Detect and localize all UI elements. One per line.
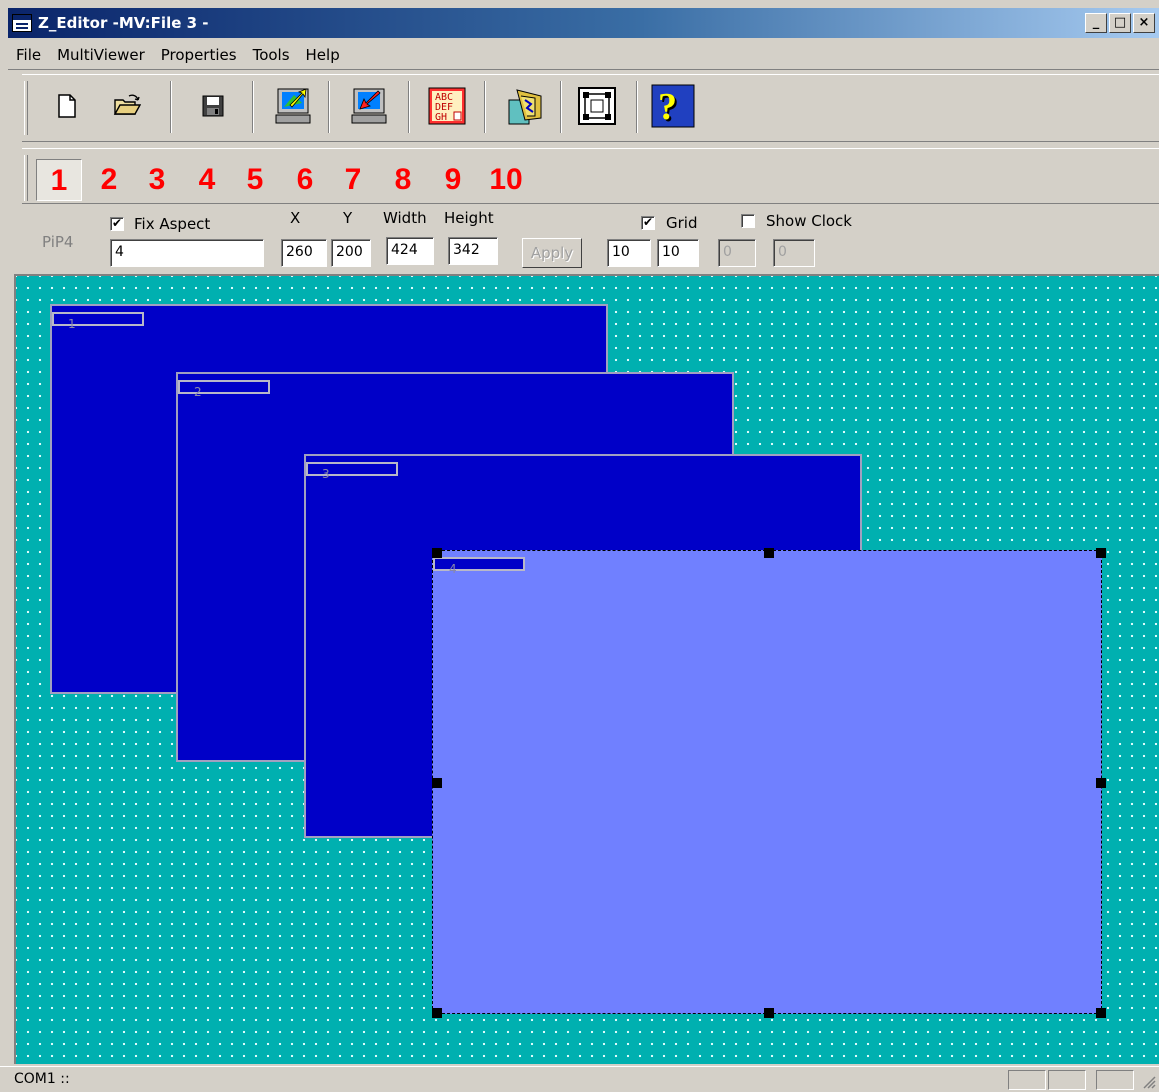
title-bar: Z_Editor -MV:File 3 - _ □ × <box>8 8 1159 38</box>
resize-handle-top-left[interactable] <box>432 548 442 558</box>
menu-file[interactable]: File <box>14 44 43 66</box>
window-controls: _ □ × <box>1085 13 1155 33</box>
toolbar-separator <box>560 81 562 133</box>
height-label: Height <box>444 209 494 227</box>
pip-name-field[interactable]: 4 <box>110 239 264 267</box>
pip-select-1[interactable]: 1 <box>36 159 82 201</box>
pip-window-4[interactable]: 4 <box>432 550 1102 1014</box>
minimize-button[interactable]: _ <box>1085 13 1107 33</box>
fix-aspect-checkbox[interactable]: ✔ <box>110 217 124 231</box>
resize-handle-bottom-right[interactable] <box>1096 1008 1106 1018</box>
toolbar-separator <box>408 81 410 133</box>
status-panel <box>1096 1070 1134 1090</box>
pip-select-10[interactable]: 10 <box>480 159 532 201</box>
resize-handle-right[interactable] <box>1096 778 1106 788</box>
abc-grid-icon: ABC DEF GH <box>428 87 466 125</box>
pip-select-9[interactable]: 9 <box>430 159 476 201</box>
new-file-button[interactable] <box>44 83 90 129</box>
menu-bar: File MultiViewer Properties Tools Help <box>8 40 1159 70</box>
pip-bar-grip[interactable] <box>24 155 28 201</box>
grid-checkbox[interactable]: ✔ <box>641 216 655 230</box>
toolbar-separator <box>328 81 330 133</box>
send-to-device-button[interactable] <box>270 83 316 129</box>
menu-tools[interactable]: Tools <box>251 44 292 66</box>
toolbar-separator <box>252 81 254 133</box>
svg-text:GH: GH <box>435 112 447 123</box>
resize-handle-top[interactable] <box>764 548 774 558</box>
resize-grip-icon[interactable] <box>1142 1075 1156 1089</box>
pip-selector-bar: 1 2 3 4 5 6 7 8 9 10 <box>22 148 1159 204</box>
open-file-button[interactable] <box>104 83 150 129</box>
clock-field-a: 0 <box>718 239 756 267</box>
status-panel <box>1008 1070 1046 1090</box>
pip-label-2: 2 <box>178 380 270 399</box>
receive-from-device-button[interactable] <box>346 83 392 129</box>
fix-aspect-label: Fix Aspect <box>134 215 211 233</box>
x-field[interactable]: 260 <box>281 239 327 267</box>
apply-button[interactable]: Apply <box>522 238 582 268</box>
resize-handle-bottom[interactable] <box>764 1008 774 1018</box>
clock-field-b: 0 <box>773 239 815 267</box>
question-icon: ? ? <box>651 84 695 128</box>
pip-name-label: PiP4 <box>42 233 74 251</box>
close-button[interactable]: × <box>1133 13 1155 33</box>
resize-handle-top-right[interactable] <box>1096 548 1106 558</box>
height-field[interactable]: 342 <box>448 237 498 265</box>
svg-text:?: ? <box>658 86 677 128</box>
pip-select-7[interactable]: 7 <box>330 159 376 201</box>
toolbar-separator <box>636 81 638 133</box>
layout-button[interactable] <box>574 83 620 129</box>
y-field[interactable]: 200 <box>331 239 371 267</box>
properties-bar: PiP4 ✔ Fix Aspect 4 X Y Width Height 260… <box>0 205 1159 271</box>
maximize-button[interactable]: □ <box>1109 13 1131 33</box>
toolbar-grip[interactable] <box>24 81 28 135</box>
y-label: Y <box>343 209 353 227</box>
pip-select-8[interactable]: 8 <box>380 159 426 201</box>
computer-upload-icon <box>275 88 311 124</box>
help-button[interactable]: ? ? <box>650 83 696 129</box>
menu-multiviewer[interactable]: MultiViewer <box>55 44 147 66</box>
labels-button[interactable]: ABC DEF GH <box>424 83 470 129</box>
status-panel <box>1048 1070 1086 1090</box>
layout-canvas[interactable]: 1 2 3 4 <box>14 274 1159 1064</box>
resize-handle-bottom-left[interactable] <box>432 1008 442 1018</box>
grid-label: Grid <box>666 214 698 232</box>
pip-select-5[interactable]: 5 <box>232 159 278 201</box>
toolbar-separator <box>170 81 172 133</box>
grid-x-field[interactable]: 10 <box>607 239 651 267</box>
menu-properties[interactable]: Properties <box>159 44 239 66</box>
app-icon[interactable] <box>12 14 32 32</box>
pip-label-4: 4 <box>433 557 525 576</box>
save-file-button[interactable] <box>190 83 236 129</box>
pip-label-1: 1 <box>52 312 144 331</box>
resize-handle-left[interactable] <box>432 778 442 788</box>
grid-y-field[interactable]: 10 <box>657 239 699 267</box>
show-clock-label: Show Clock <box>766 212 852 230</box>
menu-help[interactable]: Help <box>304 44 342 66</box>
toolbar-separator <box>484 81 486 133</box>
pip-select-4[interactable]: 4 <box>184 159 230 201</box>
width-field[interactable]: 424 <box>386 237 434 265</box>
status-text: COM1 :: <box>14 1071 70 1087</box>
window-title: Z_Editor -MV:File 3 - <box>38 14 209 32</box>
new-document-icon <box>58 94 76 118</box>
main-toolbar: ABC DEF GH ? ? <box>22 74 1159 142</box>
open-folder-icon <box>113 94 141 115</box>
show-clock-checkbox[interactable] <box>741 214 755 228</box>
pip-select-2[interactable]: 2 <box>86 159 132 201</box>
pip-label-3: 3 <box>306 462 398 481</box>
pip-select-3[interactable]: 3 <box>134 159 180 201</box>
floppy-disk-icon <box>202 95 224 117</box>
x-label: X <box>290 209 301 227</box>
width-label: Width <box>383 209 427 227</box>
pip-select-6[interactable]: 6 <box>282 159 328 201</box>
layers-icon <box>508 89 542 125</box>
computer-download-icon <box>351 88 387 124</box>
status-bar: COM1 :: <box>0 1066 1159 1092</box>
sequence-button[interactable] <box>502 83 548 129</box>
layout-frame-icon <box>578 87 616 125</box>
